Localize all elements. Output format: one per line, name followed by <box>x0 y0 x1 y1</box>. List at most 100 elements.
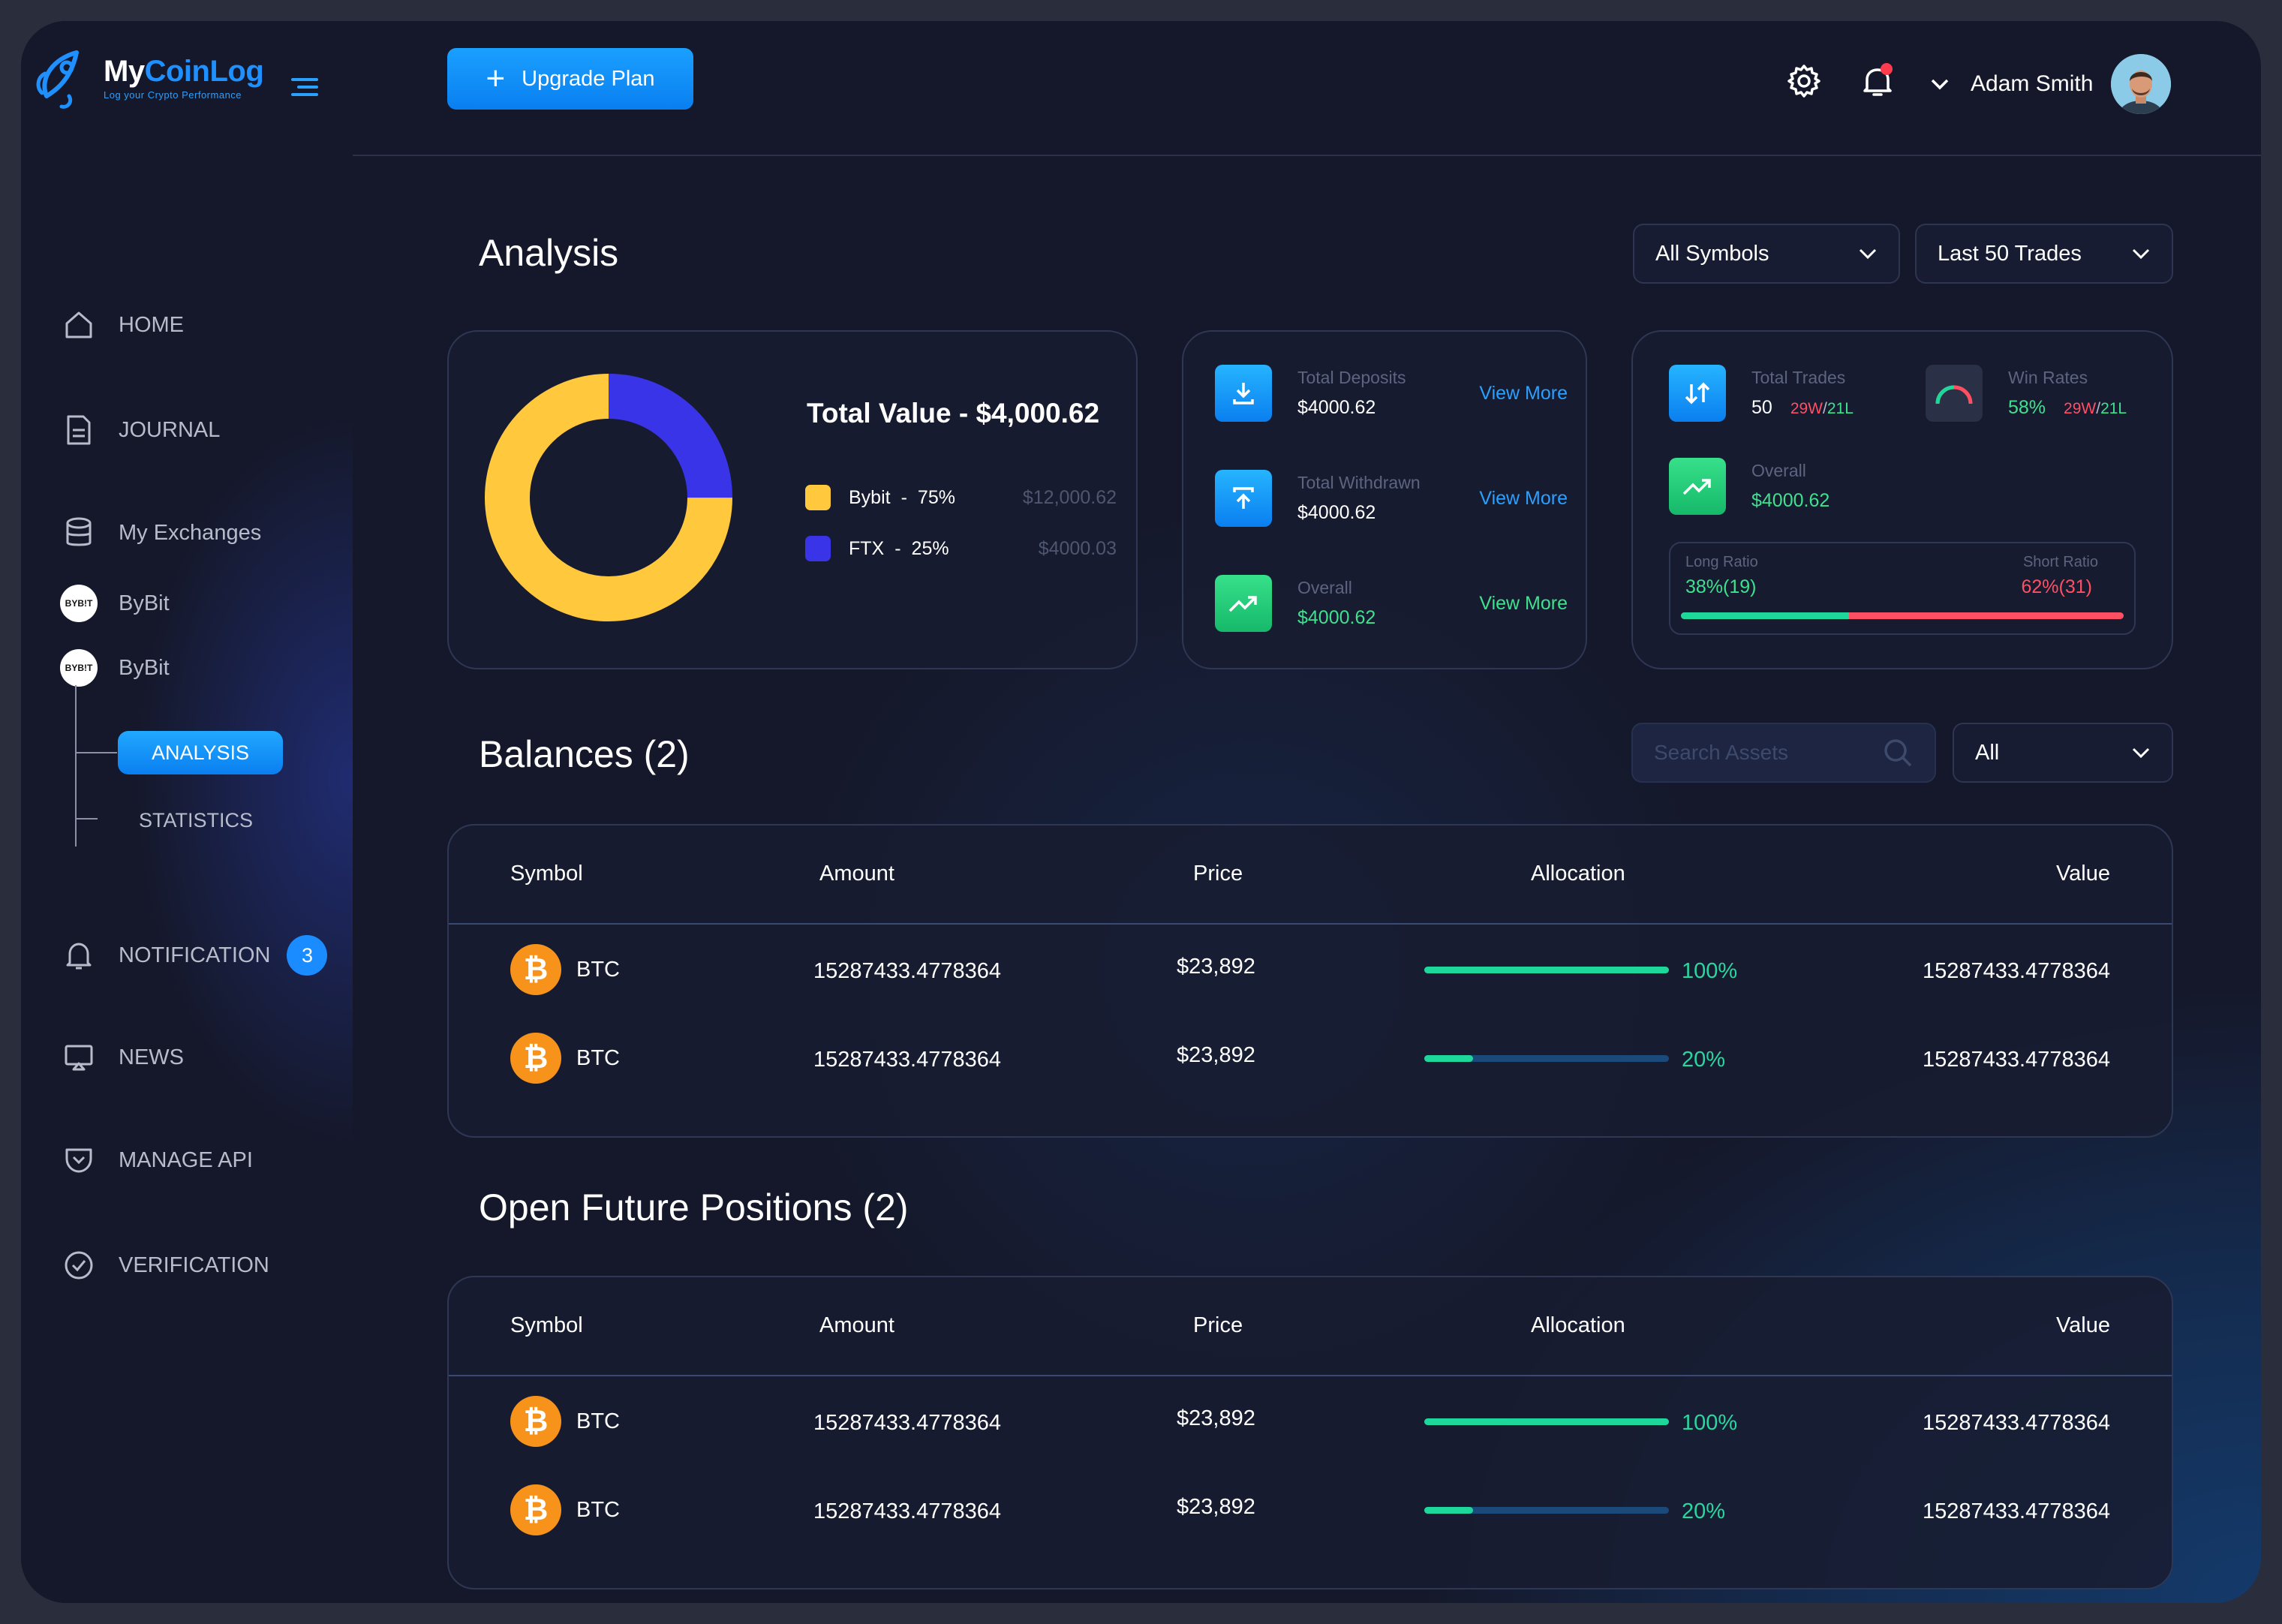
cashflow-card: Total Deposits $4000.62 View More Total … <box>1182 330 1587 669</box>
sidebar-item-analysis[interactable]: ANALYSIS <box>118 731 283 774</box>
header-divider <box>353 155 2261 156</box>
column-header-allocation[interactable]: Allocation <box>1531 862 1625 886</box>
column-header-amount[interactable]: Amount <box>819 862 894 886</box>
check-circle-icon <box>60 1247 98 1284</box>
table-header: Symbol Amount Price Allocation Value <box>449 1277 2172 1376</box>
total-trades-value: 50 <box>1751 397 1772 418</box>
long-ratio-label: Long Ratio <box>1685 554 1758 570</box>
gauge-icon <box>1926 365 1983 422</box>
balances-table: Symbol Amount Price Allocation Value ₿ B… <box>447 824 2173 1138</box>
symbol-cell: BTC <box>576 958 620 982</box>
user-name: Adam Smith <box>1971 71 2094 96</box>
sidebar-item-label: JOURNAL <box>119 417 221 442</box>
app-window: MyCoinLog Log your Crypto Performance HO… <box>21 21 2261 1603</box>
plus-icon: + <box>486 60 506 97</box>
deposits-label: Total Deposits <box>1297 368 1406 387</box>
long-short-ratio-box: Long Ratio 38%(19) Short Ratio 62%(31) <box>1669 542 2136 635</box>
overall-label: Overall <box>1297 578 1352 597</box>
column-header-value[interactable]: Value <box>2056 862 2110 886</box>
balance-filter-select[interactable]: All <box>1953 723 2173 783</box>
allocation-fill <box>1424 1418 1669 1425</box>
sidebar-item-bybit-2[interactable]: BYB!T ByBit <box>60 649 170 687</box>
symbol-filter-select[interactable]: All Symbols <box>1633 224 1900 284</box>
win-wins: 29W <box>2064 400 2097 417</box>
win-rates-value: 58% <box>2008 397 2046 418</box>
bitcoin-icon: ₿ <box>510 1033 561 1084</box>
column-header-value[interactable]: Value <box>2056 1313 2110 1338</box>
table-row[interactable]: ₿ BTC 15287433.4778364 $23,892 100% 1528… <box>449 944 2172 1031</box>
amount-cell: 15287433.4778364 <box>813 959 1001 983</box>
sidebar-item-my-exchanges[interactable]: My Exchanges <box>60 514 261 552</box>
trades-card: Total Trades 50 29W/21L Win Rates 58% 29W/… <box>1631 330 2173 669</box>
withdrawn-view-more-link[interactable]: View More <box>1479 488 1568 510</box>
sidebar-item-manage-api[interactable]: MANAGE API <box>60 1141 253 1179</box>
menu-toggle-icon[interactable] <box>291 78 318 99</box>
legend-amount: $4000.03 <box>1038 537 1117 559</box>
sidebar-item-notification[interactable]: NOTIFICATION 3 <box>60 935 328 976</box>
search-assets-input[interactable]: Search Assets <box>1631 723 1936 783</box>
total-value-label: Total Value - $4,000.62 <box>807 398 1100 429</box>
table-header: Symbol Amount Price Allocation Value <box>449 826 2172 925</box>
amount-cell: 15287433.4778364 <box>813 1048 1001 1072</box>
column-header-allocation[interactable]: Allocation <box>1531 1313 1625 1338</box>
notification-bell-icon[interactable] <box>1860 63 1896 99</box>
legend-item-bybit: Bybit - 75% $12,000.62 <box>805 485 1117 510</box>
table-row[interactable]: ₿ BTC 15287433.4778364 $23,892 100% 1528… <box>449 1396 2172 1483</box>
analysis-title: Analysis <box>479 232 619 274</box>
gear-icon[interactable] <box>1786 63 1822 99</box>
amount-cell: 15287433.4778364 <box>813 1411 1001 1435</box>
chevron-down-icon <box>2132 248 2150 260</box>
sidebar-item-label: MANAGE API <box>119 1147 253 1172</box>
bybit-logo-icon: BYB!T <box>60 585 98 622</box>
upload-icon <box>1215 470 1272 527</box>
table-row[interactable]: ₿ BTC 15287433.4778364 $23,892 20% 15287… <box>449 1484 2172 1571</box>
allocation-fill <box>1424 1507 1474 1514</box>
table-row[interactable]: ₿ BTC 15287433.4778364 $23,892 20% 15287… <box>449 1033 2172 1120</box>
sidebar-item-journal[interactable]: JOURNAL <box>60 411 220 449</box>
logo[interactable]: MyCoinLog Log your Crypto Performance <box>32 44 264 111</box>
legend-name: FTX <box>849 537 885 559</box>
allocation-cell: 100% <box>1682 1411 1738 1435</box>
column-header-amount[interactable]: Amount <box>819 1313 894 1338</box>
user-menu[interactable]: Adam Smith <box>1929 54 2172 114</box>
bell-icon <box>60 937 98 974</box>
trades-wins: 29W <box>1790 400 1823 417</box>
logo-tagline: Log your Crypto Performance <box>104 89 242 101</box>
column-header-price[interactable]: Price <box>1193 1313 1243 1338</box>
upgrade-plan-button[interactable]: + Upgrade Plan <box>447 48 693 110</box>
logo-name-part-accent: CoinLog <box>144 54 264 88</box>
symbol-filter-value: All Symbols <box>1655 241 1769 266</box>
overall-value: $4000.62 <box>1297 607 1376 628</box>
column-header-symbol[interactable]: Symbol <box>510 1313 583 1338</box>
sidebar-item-statistics[interactable]: STATISTICS <box>139 809 253 832</box>
column-header-symbol[interactable]: Symbol <box>510 862 583 886</box>
allocation-fill <box>1424 967 1669 973</box>
avatar[interactable] <box>2111 54 2172 114</box>
overall2-label: Overall <box>1751 461 1806 480</box>
bitcoin-icon: ₿ <box>510 1484 561 1535</box>
tree-branch <box>75 818 98 820</box>
logo-name-part: My <box>104 54 145 88</box>
balances-title: Balances (2) <box>479 733 690 775</box>
deposits-view-more-link[interactable]: View More <box>1479 383 1568 404</box>
sidebar-item-bybit-1[interactable]: BYB!T ByBit <box>60 585 170 622</box>
allocation-bar <box>1424 967 1669 973</box>
tree-line <box>75 685 77 847</box>
overall-stat: Overall $4000.62 <box>1669 458 1830 515</box>
sidebar-item-home[interactable]: HOME <box>60 306 184 344</box>
allocation-bar <box>1424 1055 1669 1062</box>
long-ratio-fill <box>1681 612 1850 619</box>
deposits-row: Total Deposits $4000.62 View More <box>1215 365 1568 422</box>
short-ratio-label: Short Ratio <box>2022 554 2098 570</box>
search-placeholder: Search Assets <box>1654 741 1788 764</box>
chevron-down-icon <box>1859 248 1877 260</box>
trade-range-select[interactable]: Last 50 Trades <box>1915 224 2173 284</box>
sidebar-item-verification[interactable]: VERIFICATION <box>60 1247 269 1284</box>
overall-view-more-link[interactable]: View More <box>1479 593 1568 615</box>
price-cell: $23,892 <box>1177 1495 1255 1519</box>
rocket-logo-icon <box>36 50 79 109</box>
column-header-price[interactable]: Price <box>1193 862 1243 886</box>
sidebar-item-news[interactable]: NEWS <box>60 1039 184 1076</box>
search-icon <box>1884 739 1912 767</box>
value-cell: 15287433.4778364 <box>1923 1499 2110 1523</box>
